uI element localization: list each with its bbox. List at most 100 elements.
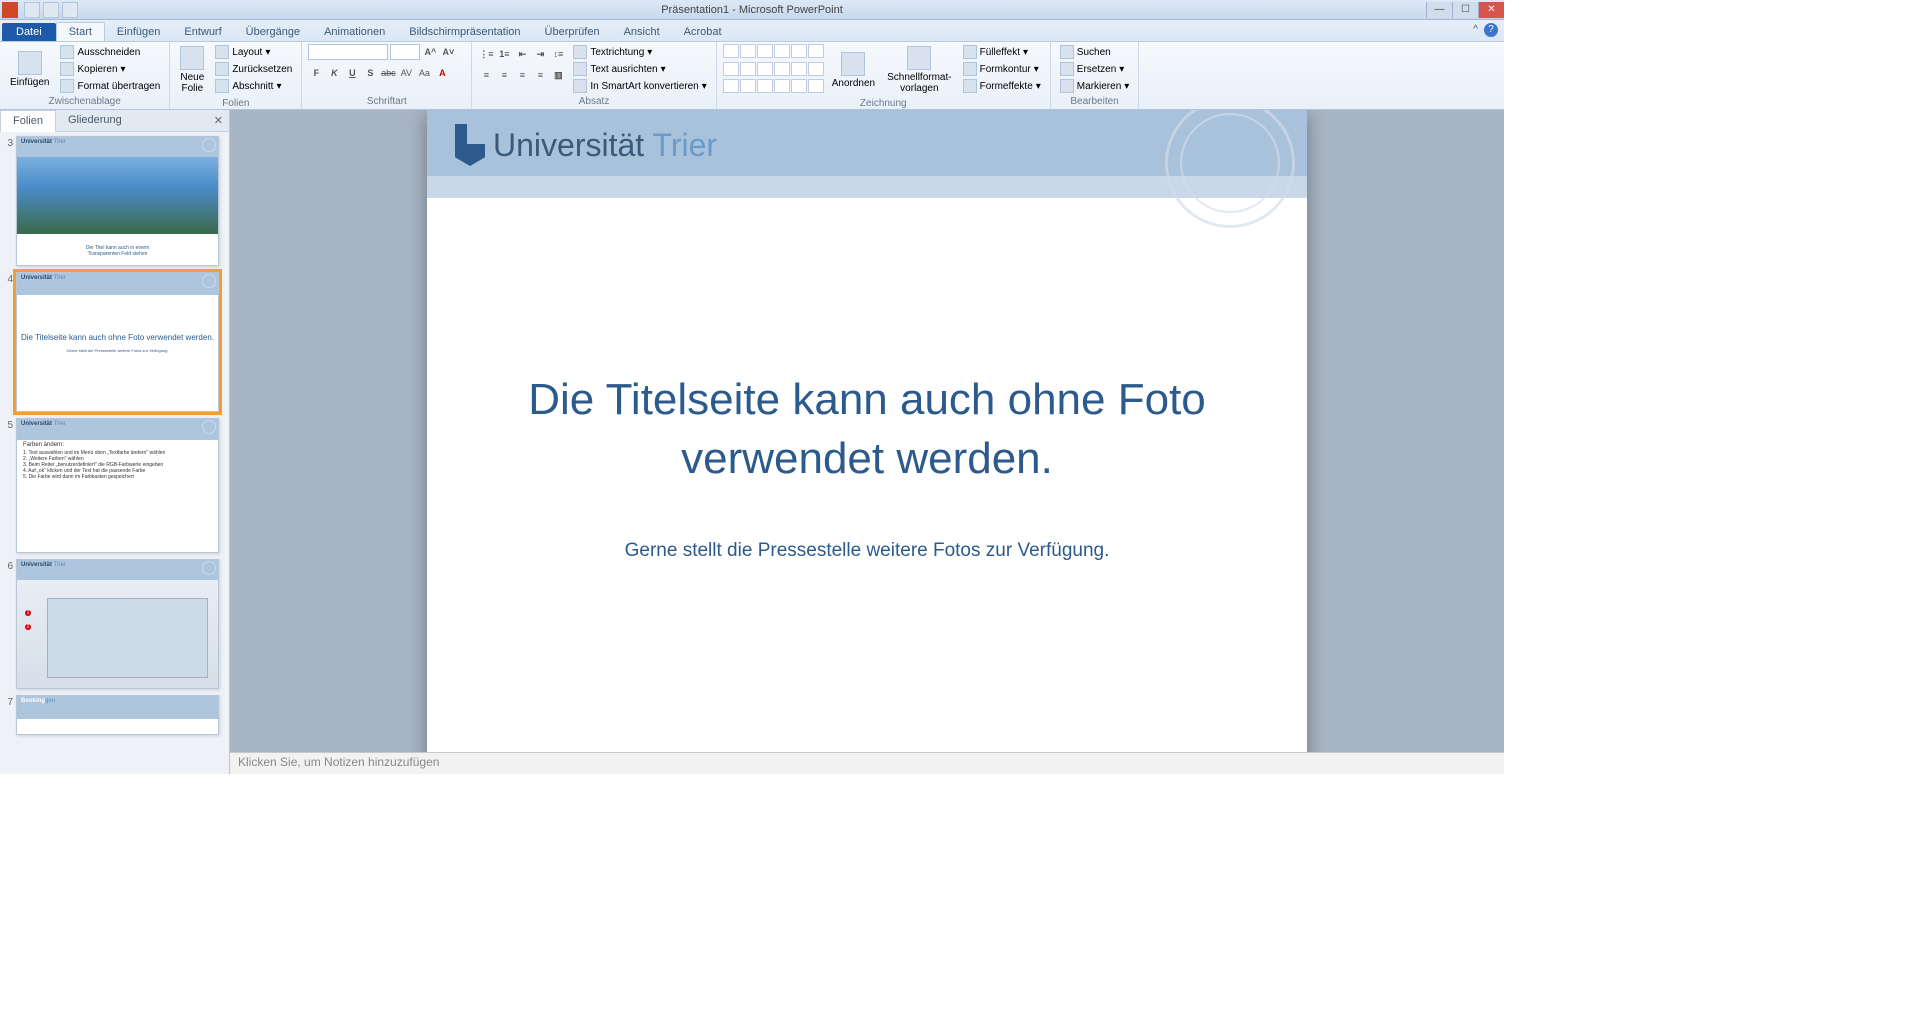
cut-button[interactable]: Ausschneiden: [57, 44, 163, 60]
fill-icon: [963, 45, 977, 59]
qat-redo-icon[interactable]: [62, 2, 78, 18]
align-center-icon[interactable]: ≡: [496, 67, 512, 83]
tab-einfuegen[interactable]: Einfügen: [105, 23, 172, 41]
numbering-icon[interactable]: 1≡: [496, 46, 512, 62]
font-family-select[interactable]: [308, 44, 388, 60]
thumbnail-row[interactable]: 5 Universität Trier Farben ändern: 1. Te…: [2, 418, 227, 553]
tab-start[interactable]: Start: [56, 22, 105, 41]
shape-icon[interactable]: [723, 79, 739, 93]
shape-icon[interactable]: [808, 79, 824, 93]
italic-button[interactable]: K: [326, 65, 342, 81]
tab-acrobat[interactable]: Acrobat: [672, 23, 734, 41]
group-font: A^ A˅ F K U S abc AV Aa A Schriftart: [302, 42, 472, 109]
font-color-button[interactable]: A: [434, 65, 450, 81]
shape-icon[interactable]: [808, 62, 824, 76]
qat-save-icon[interactable]: [24, 2, 40, 18]
layout-button[interactable]: Layout ▾: [212, 44, 295, 60]
shapes-gallery[interactable]: [723, 44, 824, 96]
slide-thumbnail[interactable]: Bookinggen: [16, 695, 219, 735]
indent-left-icon[interactable]: ⇤: [514, 46, 530, 62]
indent-right-icon[interactable]: ⇥: [532, 46, 548, 62]
shape-icon[interactable]: [740, 62, 756, 76]
slide-subtitle-text[interactable]: Gerne stellt die Pressestelle weitere Fo…: [487, 540, 1247, 562]
thumbnail-row[interactable]: 3 Universität Trier Der Titel kann auch …: [2, 136, 227, 266]
copy-button[interactable]: Kopieren ▾: [57, 61, 163, 77]
tab-entwurf[interactable]: Entwurf: [172, 23, 233, 41]
slide-panel: Folien Gliederung ✕ 3 Universität Trier …: [0, 110, 230, 774]
justify-icon[interactable]: ≡: [532, 67, 548, 83]
case-button[interactable]: Aa: [416, 65, 432, 81]
thumbnail-list[interactable]: 3 Universität Trier Der Titel kann auch …: [0, 132, 229, 774]
file-tab[interactable]: Datei: [2, 23, 56, 41]
shape-icon[interactable]: [791, 44, 807, 58]
slide-title-text[interactable]: Die Titelseite kann auch ohne Foto verwe…: [487, 370, 1247, 489]
font-size-select[interactable]: [390, 44, 420, 60]
paste-button[interactable]: Einfügen: [6, 44, 53, 94]
close-button[interactable]: ✕: [1478, 2, 1504, 18]
shape-effects-button[interactable]: Formeffekte ▾: [960, 78, 1044, 94]
shape-icon[interactable]: [774, 44, 790, 58]
shape-outline-button[interactable]: Formkontur ▾: [960, 61, 1044, 77]
shrink-font-icon[interactable]: A˅: [440, 44, 456, 60]
smartart-button[interactable]: In SmartArt konvertieren ▾: [570, 78, 709, 94]
thumbnail-row[interactable]: 4 Universität Trier Die Titelseite kann …: [2, 272, 227, 412]
shape-fill-button[interactable]: Fülleffekt ▾: [960, 44, 1044, 60]
panel-close-icon[interactable]: ✕: [214, 114, 223, 127]
line-spacing-icon[interactable]: ↕≡: [550, 46, 566, 62]
tab-bildschirm[interactable]: Bildschirmpräsentation: [397, 23, 532, 41]
shape-icon[interactable]: [723, 44, 739, 58]
help-icon[interactable]: ?: [1484, 23, 1498, 37]
quick-styles-button[interactable]: Schnellformat- vorlagen: [883, 44, 955, 96]
current-slide[interactable]: Universität Trier Die Titelseite kann au…: [427, 110, 1307, 752]
replace-button[interactable]: Ersetzen ▾: [1057, 61, 1133, 77]
format-painter-button[interactable]: Format übertragen: [57, 78, 163, 94]
shape-icon[interactable]: [757, 79, 773, 93]
panel-tab-outline[interactable]: Gliederung: [56, 110, 134, 131]
slide-thumbnail[interactable]: Universität Trier Farben ändern: 1. Text…: [16, 418, 219, 553]
shape-icon[interactable]: [774, 62, 790, 76]
shape-icon[interactable]: [757, 44, 773, 58]
shape-icon[interactable]: [774, 79, 790, 93]
slide-thumbnail-selected[interactable]: Universität Trier Die Titelseite kann au…: [16, 272, 219, 412]
shape-icon[interactable]: [723, 62, 739, 76]
new-slide-button[interactable]: Neue Folie: [176, 44, 208, 96]
shape-icon[interactable]: [791, 62, 807, 76]
bold-button[interactable]: F: [308, 65, 324, 81]
thumbnail-row[interactable]: 6 Universität Trier 1 2: [2, 559, 227, 689]
tab-ansicht[interactable]: Ansicht: [612, 23, 672, 41]
slide-thumbnail[interactable]: Universität Trier 1 2: [16, 559, 219, 689]
text-direction-button[interactable]: Textrichtung ▾: [570, 44, 709, 60]
minimize-ribbon-icon[interactable]: ^: [1473, 24, 1478, 35]
shadow-button[interactable]: S: [362, 65, 378, 81]
shape-icon[interactable]: [740, 44, 756, 58]
panel-tab-slides[interactable]: Folien: [0, 110, 56, 132]
align-left-icon[interactable]: ≡: [478, 67, 494, 83]
bullets-icon[interactable]: ⋮≡: [478, 46, 494, 62]
section-button[interactable]: Abschnitt ▾: [212, 78, 295, 94]
underline-button[interactable]: U: [344, 65, 360, 81]
qat-undo-icon[interactable]: [43, 2, 59, 18]
select-button[interactable]: Markieren ▾: [1057, 78, 1133, 94]
shape-icon[interactable]: [791, 79, 807, 93]
tab-animationen[interactable]: Animationen: [312, 23, 397, 41]
spacing-button[interactable]: AV: [398, 65, 414, 81]
align-text-button[interactable]: Text ausrichten ▾: [570, 61, 709, 77]
align-right-icon[interactable]: ≡: [514, 67, 530, 83]
columns-icon[interactable]: ▥: [550, 67, 566, 83]
canvas-area[interactable]: Universität Trier Die Titelseite kann au…: [230, 110, 1504, 752]
thumbnail-row[interactable]: 7 Bookinggen: [2, 695, 227, 735]
grow-font-icon[interactable]: A^: [422, 44, 438, 60]
reset-button[interactable]: Zurücksetzen: [212, 61, 295, 77]
notes-input[interactable]: Klicken Sie, um Notizen hinzuzufügen: [230, 752, 1504, 774]
shape-icon[interactable]: [757, 62, 773, 76]
tab-ueberpruefen[interactable]: Überprüfen: [533, 23, 612, 41]
shape-icon[interactable]: [740, 79, 756, 93]
strike-button[interactable]: abc: [380, 65, 396, 81]
find-button[interactable]: Suchen: [1057, 44, 1133, 60]
arrange-button[interactable]: Anordnen: [828, 44, 879, 96]
shape-icon[interactable]: [808, 44, 824, 58]
slide-thumbnail[interactable]: Universität Trier Der Titel kann auch in…: [16, 136, 219, 266]
minimize-button[interactable]: —: [1426, 2, 1452, 18]
maximize-button[interactable]: ☐: [1452, 2, 1478, 18]
tab-uebergaenge[interactable]: Übergänge: [234, 23, 312, 41]
